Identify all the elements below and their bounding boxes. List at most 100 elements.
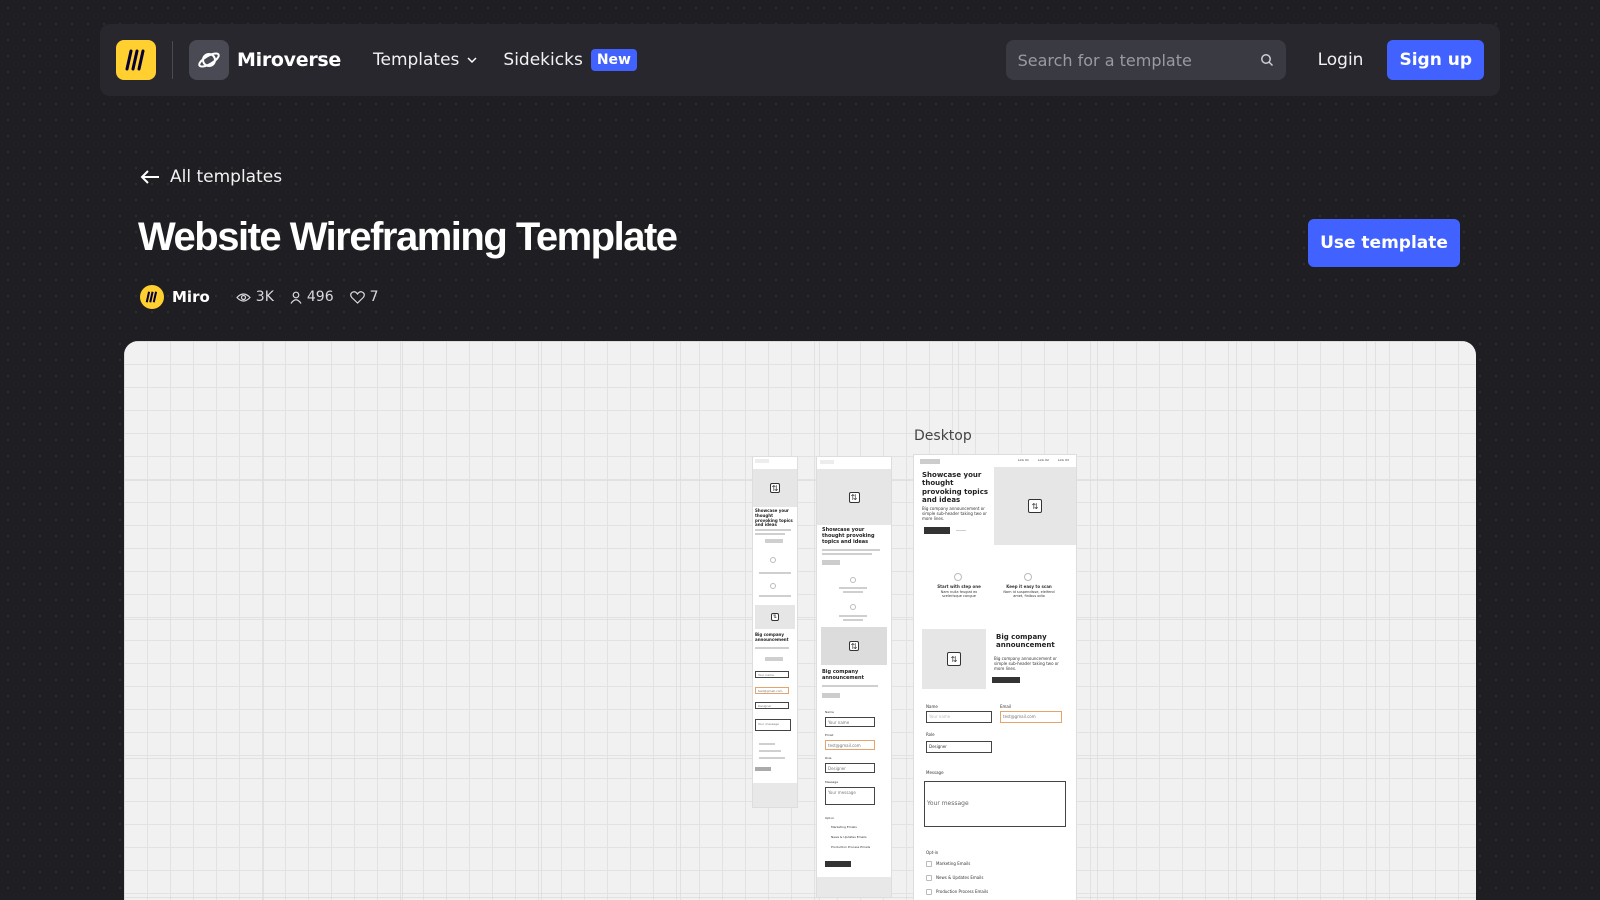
login-link[interactable]: Login <box>1318 50 1364 70</box>
sidekicks-label: Sidekicks <box>503 50 583 70</box>
tablet-message-input: Your message <box>825 787 875 805</box>
desktop-nav-link: Link 01 <box>1018 458 1029 462</box>
image-icon: ⇅ <box>1028 499 1042 513</box>
back-label: All templates <box>170 167 283 187</box>
desktop-nav-logo <box>920 459 940 464</box>
desktop-email-label: Email <box>1000 704 1012 709</box>
tablet-optin-item: Marketing Emails <box>831 825 857 829</box>
mobile-text-line <box>755 533 785 535</box>
tablet-text-line <box>839 587 867 589</box>
desktop-message-label: Message <box>926 770 944 775</box>
likes-stat[interactable]: 7 <box>349 289 379 305</box>
tablet-message-label: Message <box>825 780 839 784</box>
mobile-email-input: test@gmail.com <box>755 687 789 694</box>
search-icon[interactable] <box>1260 53 1274 67</box>
desktop-feature-icon <box>1024 573 1032 581</box>
desktop-announce-subheading: Big company announcement or simple sub-h… <box>994 656 1059 671</box>
mobile-nav <box>755 459 769 463</box>
tablet-feature-icon <box>850 604 856 610</box>
tablet-hero-heading: Showcase your thought provoking topics a… <box>822 527 875 545</box>
search-box[interactable] <box>1005 40 1286 80</box>
checkbox-icon <box>926 861 932 867</box>
desktop-feature-text: Nam id suspendisse, eleifend amet, finib… <box>1003 590 1055 599</box>
templates-menu[interactable]: Templates <box>373 50 477 70</box>
desktop-frame-label: Desktop <box>914 428 972 444</box>
checkbox-icon <box>926 875 932 881</box>
use-template-button[interactable]: Use template <box>1308 219 1460 267</box>
user-icon <box>290 291 302 304</box>
desktop-announce-image: ⇅ <box>922 629 986 689</box>
tablet-text-line <box>843 619 863 621</box>
mobile-announce-image: ⇅ <box>755 605 795 629</box>
checkbox-icon <box>926 889 932 895</box>
eye-icon <box>235 292 251 302</box>
mobile-wireframe[interactable]: ⇅ Showcase your thought provoking topics… <box>753 457 797 807</box>
mobile-feature-icon <box>770 557 776 563</box>
tablet-email-input: test@gmail.com <box>825 740 875 750</box>
template-meta: Miro 3K 496 7 <box>140 285 395 309</box>
likes-count: 7 <box>369 289 379 305</box>
desktop-feature-icon <box>954 573 962 581</box>
author-avatar[interactable] <box>140 285 164 309</box>
miroverse-planet-icon[interactable] <box>189 40 229 80</box>
mobile-hero-image: ⇅ <box>753 469 797 507</box>
tablet-announce-heading: Big company announcement <box>822 669 864 681</box>
image-icon: ⇅ <box>771 613 779 621</box>
nav-divider <box>172 41 173 79</box>
heart-icon[interactable] <box>349 290 365 304</box>
image-icon: ⇅ <box>848 491 860 503</box>
desktop-announce-heading: Big company announcement <box>996 633 1055 650</box>
mobile-submit-button <box>755 767 771 771</box>
tablet-button <box>822 693 840 698</box>
mobile-text-line <box>759 572 791 574</box>
author-name[interactable]: Miro <box>172 288 210 306</box>
brand-name[interactable]: Miroverse <box>237 49 341 71</box>
image-icon: ⇅ <box>849 641 859 651</box>
views-count: 3K <box>255 289 274 305</box>
template-preview-board[interactable]: Desktop ⇅ Showcase your thought provokin… <box>124 341 1476 900</box>
sidekicks-link[interactable]: Sidekicks New <box>503 49 637 71</box>
tablet-announce-image: ⇅ <box>821 627 887 665</box>
desktop-hero-image: ⇅ <box>994 467 1076 545</box>
signup-button[interactable]: Sign up <box>1387 40 1484 80</box>
desktop-role-select: Designer <box>926 741 992 753</box>
search-input[interactable] <box>1017 50 1260 70</box>
tablet-role-label: Role <box>825 756 832 760</box>
tablet-footer <box>817 877 891 897</box>
mobile-text-line <box>755 529 791 531</box>
desktop-role-label: Role <box>926 732 935 737</box>
mobile-footer <box>753 783 797 807</box>
new-badge: New <box>590 49 637 71</box>
back-to-all-templates[interactable]: All templates <box>140 167 282 187</box>
tablet-text-line <box>822 685 878 687</box>
mobile-hero-heading: Showcase your thought provoking topics a… <box>755 508 793 528</box>
arrow-left-icon <box>140 170 159 184</box>
desktop-announce-button <box>992 677 1020 683</box>
tablet-hero-image: ⇅ <box>817 469 891 525</box>
desktop-email-input: test@gmail.com <box>1000 711 1062 723</box>
tablet-name-input: Your name <box>825 717 875 727</box>
mobile-text-line <box>759 757 785 759</box>
top-navbar: Miroverse Templates Sidekicks New Login … <box>100 24 1500 96</box>
tablet-wireframe[interactable]: ⇅ Showcase your thought provoking topics… <box>817 457 891 897</box>
mobile-name-input: Your name <box>755 671 789 678</box>
page-title: Website Wireframing Template <box>138 215 678 259</box>
desktop-feature-text: Nam nulla feugiat ex scelerisque congue <box>940 590 978 599</box>
mobile-text-line <box>755 647 789 649</box>
desktop-wireframe[interactable]: Link 01 Link 02 Link 03 Showcase your th… <box>914 455 1076 900</box>
tablet-text-line <box>822 553 872 555</box>
desktop-optin-item: Marketing Emails <box>936 861 971 866</box>
tablet-button <box>822 560 840 565</box>
tablet-text-line <box>843 591 863 593</box>
desktop-hero-heading: Showcase your thought provoking topics a… <box>922 471 989 505</box>
desktop-optin-item: Production Process Emails <box>936 889 989 894</box>
tablet-text-line <box>822 549 880 551</box>
desktop-nav-link: Link 02 <box>1038 458 1049 462</box>
templates-label: Templates <box>372 50 460 70</box>
mobile-text-line <box>759 595 791 597</box>
desktop-nav-link: Link 03 <box>1058 458 1069 462</box>
tablet-submit-button <box>825 861 851 867</box>
users-stat: 496 <box>290 289 334 305</box>
tablet-role-select: Designer <box>825 763 875 773</box>
miro-logo-icon[interactable] <box>116 40 156 80</box>
